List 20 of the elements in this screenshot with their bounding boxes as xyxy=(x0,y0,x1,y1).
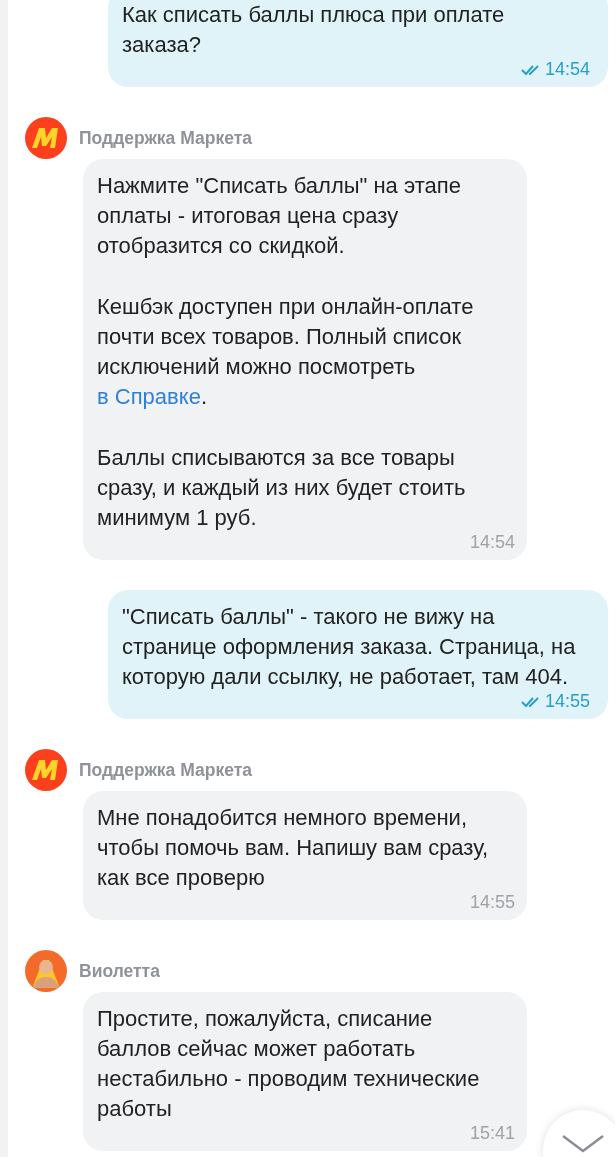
sender-name: Поддержка Маркета xyxy=(79,759,252,781)
message-time: 15:41 xyxy=(469,1124,515,1143)
help-link[interactable]: в Справке xyxy=(97,384,201,409)
message-time: 14:55 xyxy=(469,893,515,912)
sender-name: Поддержка Маркета xyxy=(79,127,252,149)
logo-icon xyxy=(25,749,67,791)
message-text: Простите, пожалуйста, списание баллов сейчас может работать нестабильно - проводим технические работы xyxy=(97,1005,481,1123)
message-text: Баллы списываются за все товары сразу, и каждый из них будет стоить минимум 1 руб. xyxy=(97,444,467,532)
message-time: 14:55 xyxy=(544,692,590,711)
message-text: "Списать баллы" - такого не вижу на странице оформления заказа. Страница, на которую дали ссылку, не работает, там 404. xyxy=(122,603,577,691)
message-time: 14:54 xyxy=(544,60,590,79)
logo-icon xyxy=(25,117,67,159)
message-text: Кешбэк доступен при онлайн-оплате почти всех товаров. Полный список исключений можно посмотреть в Справке. xyxy=(97,293,475,411)
message-text: Нажмите "Списать баллы" на этапе оплаты - итоговая цена сразу отобразится со скидкой. xyxy=(97,172,462,260)
message-text: Мне понадобится немного времени, чтобы помочь вам. Напишу вам сразу, как все проверю xyxy=(97,804,490,892)
message-time: 14:54 xyxy=(469,533,515,552)
sender-name: Виолетта xyxy=(79,960,160,982)
chevron-down-icon xyxy=(561,1134,605,1154)
message-text: Как списать баллы плюса при оплате заказа? xyxy=(122,1,506,59)
avatar xyxy=(25,950,67,992)
